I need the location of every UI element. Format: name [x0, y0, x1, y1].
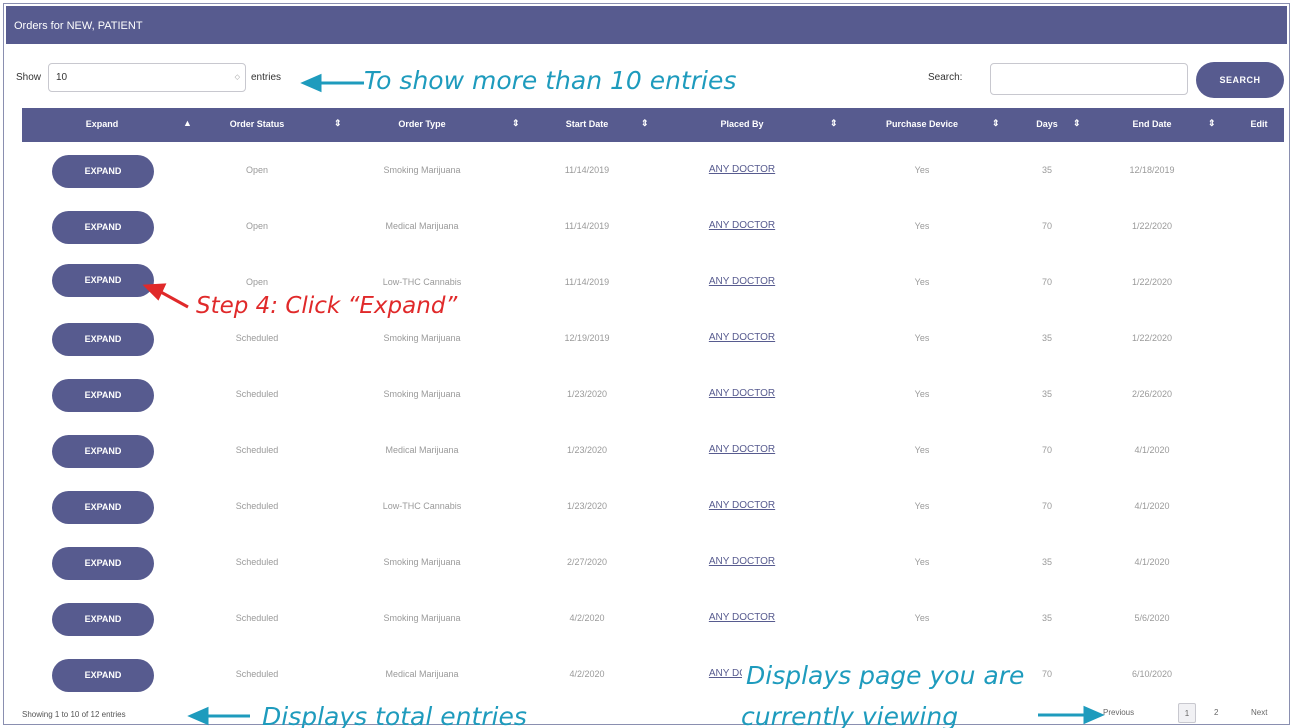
step4-annotation: Step 4: Click “Expand”	[196, 293, 458, 319]
total-hint-arrow-head	[187, 706, 209, 726]
step4-arrow-line	[158, 289, 189, 309]
page-hint-annotation-line1: Displays page you are	[742, 661, 1029, 690]
annotation-arrows	[142, 73, 1105, 726]
page-hint-arrow-head	[1083, 705, 1105, 725]
page-hint-annotation-line2: currently viewing	[741, 702, 959, 728]
entries-hint-annotation: To show more than 10 entries	[364, 66, 737, 95]
total-hint-annotation: Displays total entries	[262, 702, 527, 728]
step4-arrow-head	[142, 283, 167, 301]
entries-hint-arrow-head	[300, 73, 322, 93]
